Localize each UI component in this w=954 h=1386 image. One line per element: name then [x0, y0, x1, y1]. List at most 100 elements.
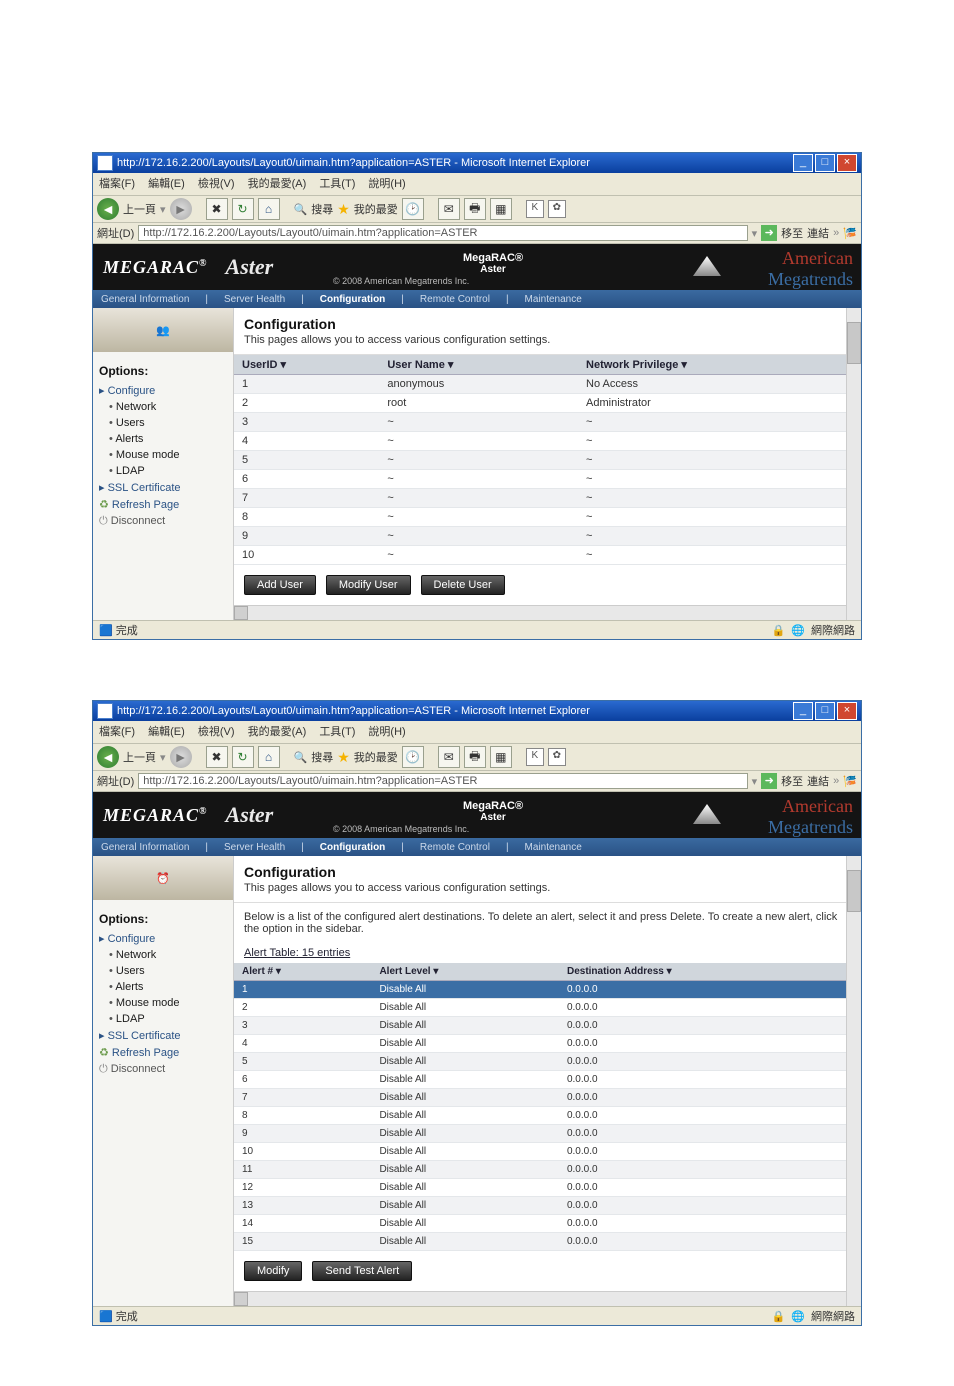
menu-file[interactable]: 檔案(F): [99, 178, 135, 190]
col-alertlevel[interactable]: Alert Level ▾: [371, 963, 559, 981]
table-row[interactable]: 10Disable All0.0.0.0: [234, 1143, 861, 1161]
table-row[interactable]: 6Disable All0.0.0.0: [234, 1071, 861, 1089]
print-button[interactable]: 🖶: [464, 198, 486, 220]
table-row[interactable]: 2Disable All0.0.0.0: [234, 999, 861, 1017]
sidebar-refresh[interactable]: Refresh Page: [99, 496, 227, 513]
table-row[interactable]: 1Disable All0.0.0.0: [234, 981, 861, 999]
refresh-button[interactable]: ↻: [232, 198, 254, 220]
history-button[interactable]: 🕑: [402, 198, 424, 220]
sidebar-item-network[interactable]: Network: [99, 399, 227, 415]
sidebar-configure[interactable]: Configure: [99, 382, 227, 399]
tab-config[interactable]: Configuration: [320, 842, 386, 853]
table-row[interactable]: 9~~: [234, 527, 861, 546]
k-icon[interactable]: K: [526, 200, 544, 218]
h-scrollbar[interactable]: [234, 1291, 861, 1306]
go-button[interactable]: ➜: [761, 773, 777, 789]
edit-button[interactable]: ▦: [490, 198, 512, 220]
sidebar-item-users[interactable]: Users: [99, 963, 227, 979]
table-row[interactable]: 2rootAdministrator: [234, 394, 861, 413]
minimize-button[interactable]: _: [793, 702, 813, 720]
mail-button[interactable]: ✉: [438, 198, 460, 220]
sidebar-item-ldap[interactable]: LDAP: [99, 463, 227, 479]
delete-user-button[interactable]: Delete User: [421, 575, 505, 595]
mail-button[interactable]: ✉: [438, 746, 460, 768]
v-scrollbar[interactable]: [846, 856, 861, 1306]
tab-general[interactable]: General Information: [101, 294, 189, 305]
sidebar-item-alerts[interactable]: Alerts: [99, 431, 227, 447]
v-scrollbar[interactable]: [846, 308, 861, 620]
favorites-icon[interactable]: ★: [337, 201, 350, 218]
table-row[interactable]: 11Disable All0.0.0.0: [234, 1161, 861, 1179]
tab-general[interactable]: General Information: [101, 842, 189, 853]
search-label[interactable]: 搜尋: [311, 201, 333, 217]
home-button[interactable]: ⌂: [258, 198, 280, 220]
tab-maint[interactable]: Maintenance: [525, 842, 582, 853]
sidebar-ssl[interactable]: SSL Certificate: [99, 1027, 227, 1044]
h-scrollbar[interactable]: [234, 605, 861, 620]
back-button[interactable]: ◄: [97, 198, 119, 220]
table-row[interactable]: 8~~: [234, 508, 861, 527]
table-row[interactable]: 14Disable All0.0.0.0: [234, 1215, 861, 1233]
table-row[interactable]: 5~~: [234, 451, 861, 470]
minimize-button[interactable]: _: [793, 154, 813, 172]
home-button[interactable]: ⌂: [258, 746, 280, 768]
tab-health[interactable]: Server Health: [224, 842, 285, 853]
modify-button[interactable]: Modify: [244, 1261, 302, 1281]
tab-health[interactable]: Server Health: [224, 294, 285, 305]
sidebar-item-mouse[interactable]: Mouse mode: [99, 995, 227, 1011]
maximize-button[interactable]: □: [815, 702, 835, 720]
print-button[interactable]: 🖶: [464, 746, 486, 768]
table-row[interactable]: 9Disable All0.0.0.0: [234, 1125, 861, 1143]
table-row[interactable]: 6~~: [234, 470, 861, 489]
table-row[interactable]: 1anonymousNo Access: [234, 375, 861, 394]
col-destaddr[interactable]: Destination Address ▾: [559, 963, 861, 981]
address-input[interactable]: http://172.16.2.200/Layouts/Layout0/uima…: [138, 225, 747, 241]
col-userid[interactable]: UserID ▾: [234, 355, 379, 375]
send-test-alert-button[interactable]: Send Test Alert: [312, 1261, 412, 1281]
tab-maint[interactable]: Maintenance: [525, 294, 582, 305]
sidebar-disconnect[interactable]: Disconnect: [99, 513, 227, 530]
table-row[interactable]: 15Disable All0.0.0.0: [234, 1233, 861, 1251]
menu-tools[interactable]: 工具(T): [319, 178, 355, 190]
menubar[interactable]: 檔案(F) 編輯(E) 檢視(V) 我的最愛(A) 工具(T) 說明(H): [93, 721, 861, 744]
menu-fav[interactable]: 我的最愛(A): [248, 178, 307, 190]
history-button[interactable]: 🕑: [402, 746, 424, 768]
window-titlebar[interactable]: http://172.16.2.200/Layouts/Layout0/uima…: [93, 701, 861, 721]
table-row[interactable]: 4Disable All0.0.0.0: [234, 1035, 861, 1053]
stop-button[interactable]: ✖: [206, 746, 228, 768]
k-icon[interactable]: K: [526, 748, 544, 766]
sidebar-item-mouse[interactable]: Mouse mode: [99, 447, 227, 463]
menubar[interactable]: 檔案(F) 編輯(E) 檢視(V) 我的最愛(A) 工具(T) 說明(H): [93, 173, 861, 196]
add-user-button[interactable]: Add User: [244, 575, 316, 595]
table-row[interactable]: 4~~: [234, 432, 861, 451]
stop-button[interactable]: ✖: [206, 198, 228, 220]
favorites-label[interactable]: 我的最愛: [354, 201, 398, 217]
table-row[interactable]: 7Disable All0.0.0.0: [234, 1089, 861, 1107]
table-row[interactable]: 5Disable All0.0.0.0: [234, 1053, 861, 1071]
table-row[interactable]: 7~~: [234, 489, 861, 508]
alerts-table[interactable]: Alert # ▾ Alert Level ▾ Destination Addr…: [234, 963, 861, 1251]
table-row[interactable]: 13Disable All0.0.0.0: [234, 1197, 861, 1215]
menu-edit[interactable]: 編輯(E): [148, 178, 185, 190]
back-button[interactable]: ◄: [97, 746, 119, 768]
sidebar-item-alerts[interactable]: Alerts: [99, 979, 227, 995]
users-table[interactable]: UserID ▾ User Name ▾ Network Privilege ▾…: [234, 355, 861, 565]
table-row[interactable]: 3Disable All0.0.0.0: [234, 1017, 861, 1035]
col-alertnum[interactable]: Alert # ▾: [234, 963, 371, 981]
flag-icon[interactable]: 🎏: [843, 775, 857, 788]
close-button[interactable]: ×: [837, 154, 857, 172]
table-row[interactable]: 8Disable All0.0.0.0: [234, 1107, 861, 1125]
sidebar-item-ldap[interactable]: LDAP: [99, 1011, 227, 1027]
modify-user-button[interactable]: Modify User: [326, 575, 411, 595]
edit-button[interactable]: ▦: [490, 746, 512, 768]
forward-button[interactable]: ►: [170, 746, 192, 768]
sidebar-item-users[interactable]: Users: [99, 415, 227, 431]
col-username[interactable]: User Name ▾: [379, 355, 578, 375]
window-titlebar[interactable]: http://172.16.2.200/Layouts/Layout0/uima…: [93, 153, 861, 173]
tab-config[interactable]: Configuration: [320, 294, 386, 305]
links-label[interactable]: 連結: [807, 225, 829, 241]
sidebar-ssl[interactable]: SSL Certificate: [99, 479, 227, 496]
maximize-button[interactable]: □: [815, 154, 835, 172]
go-button[interactable]: ➜: [761, 225, 777, 241]
table-row[interactable]: 10~~: [234, 546, 861, 565]
